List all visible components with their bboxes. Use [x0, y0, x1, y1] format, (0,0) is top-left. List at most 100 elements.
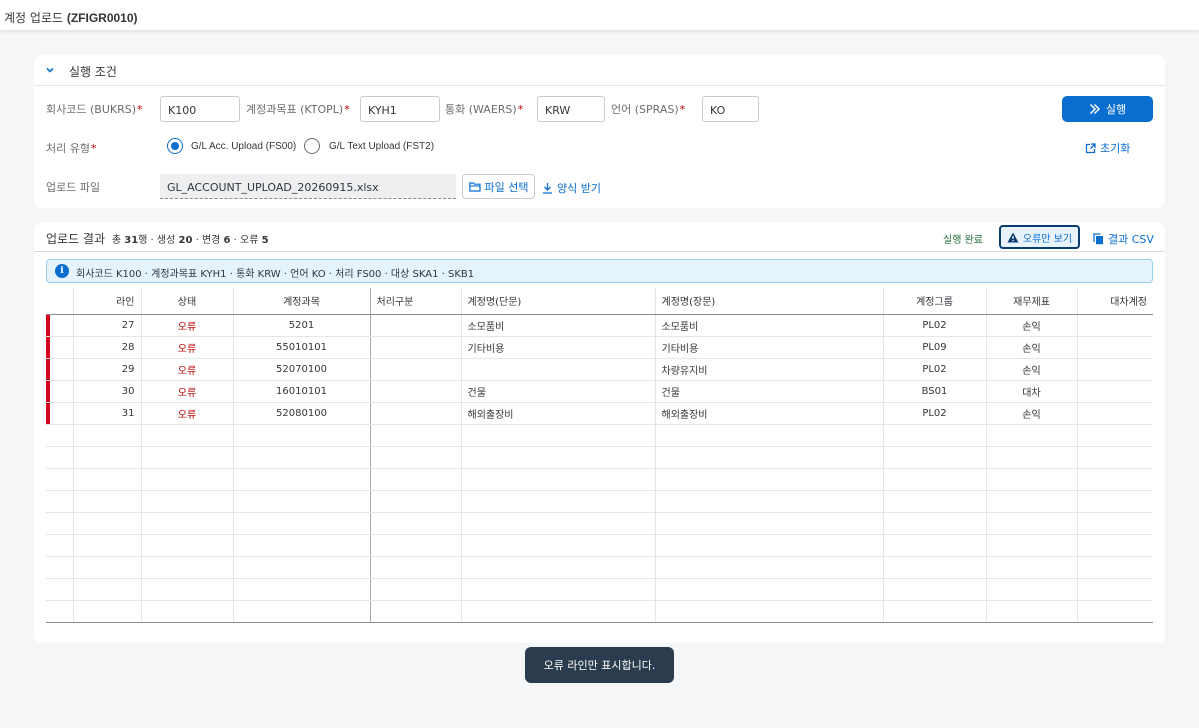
- empty-cell: [1077, 490, 1153, 513]
- empty-cell: [233, 600, 371, 623]
- col-group[interactable]: 계정그룹: [883, 288, 987, 315]
- language-input[interactable]: KO: [702, 96, 759, 122]
- cell-short: 기타비용: [461, 336, 656, 359]
- upload-file-label: 업로드 파일: [46, 181, 101, 194]
- empty-cell: [655, 556, 884, 579]
- cell-bs: [1077, 314, 1153, 337]
- empty-cell: [655, 446, 884, 469]
- col-status[interactable]: 상태: [141, 288, 234, 315]
- empty-row: [46, 446, 1153, 469]
- empty-cell: [1077, 556, 1153, 579]
- results-panel: 업로드 결과 총 31행 · 생성 20 · 변경 6 · 오류 5 실행 완료…: [34, 222, 1165, 643]
- empty-cell: [73, 446, 142, 469]
- empty-cell: [986, 490, 1078, 513]
- empty-cell: [655, 600, 884, 623]
- empty-cell: [46, 556, 74, 579]
- cell-line: 31: [73, 402, 142, 425]
- table-row[interactable]: 30 오류 16010101 건물 건물 BS01 대차: [46, 380, 1153, 403]
- empty-cell: [141, 534, 234, 557]
- empty-cell: [461, 512, 656, 535]
- empty-cell: [233, 534, 371, 557]
- empty-cell: [73, 534, 142, 557]
- cell-status: 오류: [141, 314, 234, 337]
- template-download-link[interactable]: 양식 받기: [542, 180, 601, 196]
- cell-status: 오류: [141, 402, 234, 425]
- col-long-name[interactable]: 계정명(장문): [655, 288, 884, 315]
- error-marker: [46, 402, 74, 425]
- col-short-name[interactable]: 계정명(단문): [461, 288, 656, 315]
- table-row[interactable]: 31 오류 52080100 해외출장비 해외출장비 PL02 손익: [46, 402, 1153, 425]
- empty-cell: [370, 512, 462, 535]
- company-code-input[interactable]: K100: [160, 96, 240, 122]
- table-header-row: 라인 상태 계정과목 처리구분 계정명(단문) 계정명(장문) 계정그룹 재무제…: [46, 288, 1153, 315]
- empty-cell: [883, 600, 987, 623]
- chart-of-accounts-input[interactable]: KYH1: [360, 96, 440, 122]
- empty-cell: [141, 446, 234, 469]
- error-marker: [46, 380, 74, 403]
- col-line[interactable]: 라인: [73, 288, 142, 315]
- cell-group: PL02: [883, 314, 987, 337]
- empty-cell: [46, 512, 74, 535]
- table-row[interactable]: 29 오류 52070100 차량유지비 PL02 손익: [46, 358, 1153, 381]
- empty-cell: [986, 600, 1078, 623]
- cell-status: 오류: [141, 358, 234, 381]
- results-table: 라인 상태 계정과목 처리구분 계정명(단문) 계정명(장문) 계정그룹 재무제…: [46, 288, 1153, 623]
- empty-row: [46, 556, 1153, 579]
- empty-row: [46, 578, 1153, 601]
- results-title: 업로드 결과 총 31행 · 생성 20 · 변경 6 · 오류 5: [46, 232, 269, 246]
- reset-button[interactable]: 초기화: [1085, 140, 1130, 156]
- empty-cell: [883, 424, 987, 447]
- col-bs-account[interactable]: 대차계정: [1077, 288, 1153, 315]
- empty-cell: [461, 490, 656, 513]
- empty-cell: [73, 468, 142, 491]
- empty-cell: [233, 578, 371, 601]
- language-label: 언어 (SPRAS)*: [611, 103, 686, 116]
- cell-fs: 손익: [986, 358, 1078, 381]
- col-fs[interactable]: 재무제표: [986, 288, 1078, 315]
- col-proc[interactable]: 처리구분: [370, 288, 462, 315]
- warning-icon: [1007, 232, 1019, 242]
- empty-cell: [461, 446, 656, 469]
- info-text: 회사코드 K100 · 계정과목표 KYH1 · 통화 KRW · 언어 KO …: [76, 269, 475, 280]
- currency-input[interactable]: KRW: [537, 96, 605, 122]
- copy-icon: [1093, 233, 1103, 245]
- upload-file-input[interactable]: GL_ACCOUNT_UPLOAD_20260915.xlsx: [160, 174, 456, 199]
- empty-row: [46, 600, 1153, 623]
- errors-only-toggle[interactable]: 오류만 보기: [999, 225, 1080, 249]
- result-csv-link[interactable]: 결과 CSV: [1093, 231, 1154, 247]
- info-icon: i: [55, 264, 69, 278]
- empty-cell: [655, 490, 884, 513]
- cell-bs: [1077, 336, 1153, 359]
- radio-fst2[interactable]: [304, 138, 320, 154]
- results-summary: 총 31행 · 생성 20 · 변경 6 · 오류 5: [111, 235, 269, 246]
- empty-cell: [655, 424, 884, 447]
- cell-short: 건물: [461, 380, 656, 403]
- cell-group: PL09: [883, 336, 987, 359]
- radio-fst2-label: G/L Text Upload (FST2): [329, 141, 435, 152]
- conditions-header[interactable]: 실행 조건: [34, 55, 1165, 86]
- empty-cell: [46, 490, 74, 513]
- empty-cell: [461, 556, 656, 579]
- cell-line: 27: [73, 314, 142, 337]
- empty-cell: [141, 424, 234, 447]
- empty-cell: [233, 556, 371, 579]
- empty-cell: [883, 446, 987, 469]
- empty-cell: [46, 468, 74, 491]
- empty-cell: [141, 556, 234, 579]
- run-status: 실행 완료: [943, 235, 983, 246]
- table-row[interactable]: 27 오류 5201 소모품비 소모품비 PL02 손익: [46, 314, 1153, 337]
- chart-of-accounts-label: 계정과목표 (KTOPL)*: [246, 103, 350, 116]
- empty-cell: [883, 512, 987, 535]
- empty-cell: [461, 468, 656, 491]
- run-button[interactable]: 실행: [1062, 96, 1153, 122]
- empty-cell: [370, 468, 462, 491]
- file-select-button[interactable]: 파일 선택: [462, 174, 535, 199]
- table-row[interactable]: 28 오류 55010101 기타비용 기타비용 PL09 손익: [46, 336, 1153, 359]
- empty-cell: [986, 578, 1078, 601]
- col-account[interactable]: 계정과목: [233, 288, 371, 315]
- error-marker: [46, 358, 74, 381]
- empty-cell: [883, 534, 987, 557]
- empty-cell: [986, 512, 1078, 535]
- radio-fs00[interactable]: [167, 138, 183, 154]
- chevron-down-icon[interactable]: [44, 64, 56, 76]
